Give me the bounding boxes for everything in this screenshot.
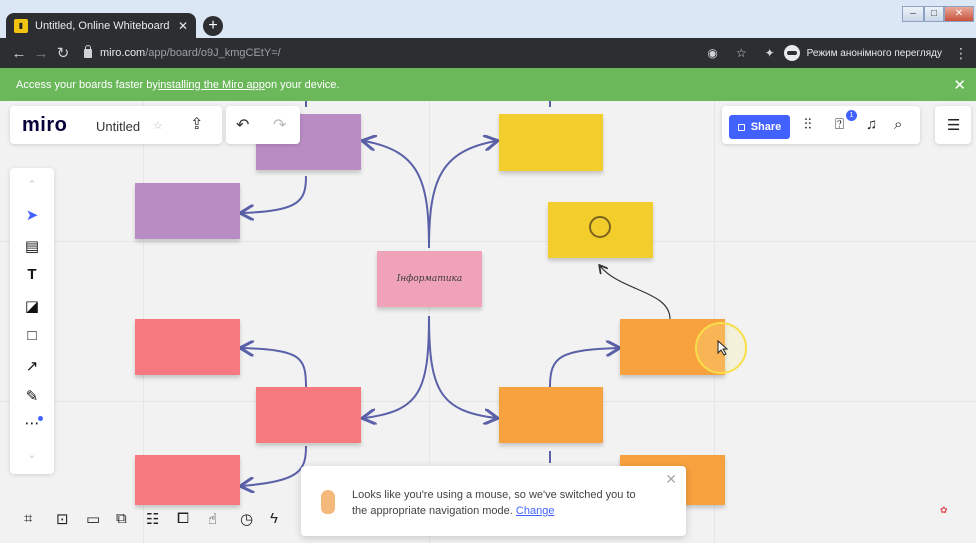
center-note-text: Інформатика: [396, 274, 463, 284]
watermark-logo: ✿: [940, 505, 948, 515]
url-path: /app/board/o9J_kmgCEtY=/: [145, 47, 281, 59]
url-host: miro.com: [100, 47, 146, 59]
window-close-button[interactable]: ✕: [944, 6, 974, 22]
sticky-note-red-bottom[interactable]: [135, 455, 240, 505]
sticky-note-yellow-circle[interactable]: [548, 202, 653, 258]
navigation-mode-toast: Looks like you're using a mouse, so we'v…: [301, 466, 686, 536]
connector-to-yellow-circle: [600, 266, 671, 320]
toast-text: Looks like you're using a mouse, so we'v…: [352, 489, 636, 517]
back-icon[interactable]: ←: [8, 45, 30, 62]
sticky-note-red-left[interactable]: [135, 319, 240, 375]
cards-icon[interactable]: ☷: [146, 510, 159, 528]
bookmark-star-icon[interactable]: ☆: [736, 46, 747, 60]
mouse-cursor-icon: [717, 340, 729, 356]
browser-tab[interactable]: ▮ Untitled, Online Whiteboard for ✕: [6, 13, 196, 38]
connector-to-red-left: [242, 348, 307, 388]
banner-close-icon[interactable]: ✕: [953, 76, 966, 94]
forward-icon[interactable]: →: [30, 45, 52, 62]
board-name[interactable]: Untitled: [96, 119, 140, 134]
extensions-icon[interactable]: ✦: [765, 46, 775, 60]
install-app-banner: Access your boards faster by installing …: [0, 68, 976, 101]
toolbar-collapse-down-icon[interactable]: ⌄: [22, 448, 42, 461]
reactions-icon[interactable]: ☝: [208, 510, 217, 528]
incognito-indicator[interactable]: Режим анонімного перегляду: [783, 45, 942, 61]
undo-icon[interactable]: ↶: [236, 115, 249, 135]
change-mode-link[interactable]: Change: [516, 505, 555, 517]
shape-icon[interactable]: □: [22, 327, 42, 344]
incognito-label: Режим анонімного перегляду: [806, 47, 942, 59]
sticky-note-center[interactable]: Інформатика: [377, 251, 482, 307]
board-settings-icon[interactable]: ⫶⫶: [804, 116, 812, 133]
favorite-star-icon[interactable]: ☆: [153, 119, 163, 132]
help-icon[interactable]: ⍰: [835, 116, 844, 133]
new-tab-button[interactable]: +: [203, 16, 223, 36]
banner-suffix: on your device.: [264, 78, 340, 91]
connector-to-orange-right: [549, 348, 618, 388]
pen-icon[interactable]: ✎: [22, 387, 42, 405]
toast-close-icon[interactable]: ✕: [665, 471, 677, 488]
share-lock-icon: [737, 123, 745, 131]
tab-close-icon[interactable]: ✕: [178, 19, 188, 33]
sticky-note-icon[interactable]: ◪: [22, 297, 42, 315]
connector-to-purple-top: [364, 141, 430, 249]
connector-to-yellow-top: [428, 141, 496, 249]
connection-line-icon[interactable]: ↗: [22, 357, 42, 375]
select-arrow-icon[interactable]: ➤: [22, 206, 42, 224]
minimize-button[interactable]: –: [902, 6, 924, 22]
notification-badge: 1: [846, 110, 857, 121]
voting-icon[interactable]: ϟ: [270, 510, 278, 527]
banner-prefix: Access your boards faster by: [16, 78, 158, 91]
share-label: Share: [750, 121, 782, 133]
presentation-icon[interactable]: ⊡: [56, 510, 69, 528]
miro-favicon-icon: ▮: [14, 18, 28, 33]
timer-icon[interactable]: ◷: [240, 510, 253, 528]
connector-to-purple-left: [242, 175, 307, 213]
url-field[interactable]: miro.com /app/board/o9J_kmgCEtY=/: [84, 44, 698, 59]
eye-off-icon[interactable]: ◉: [707, 46, 717, 60]
address-bar: ← → ↻ miro.com /app/board/o9J_kmgCEtY=/ …: [0, 38, 976, 68]
connector-to-red-middle: [364, 315, 430, 418]
sticky-note-orange-middle[interactable]: [499, 387, 603, 443]
circle-shape[interactable]: [589, 216, 611, 238]
install-app-link[interactable]: installing the Miro app: [158, 79, 265, 91]
sticky-note-purple-left[interactable]: [135, 183, 240, 239]
reload-icon[interactable]: ↻: [52, 44, 74, 62]
maximize-button[interactable]: □: [924, 6, 944, 22]
toolbar-collapse-up-icon[interactable]: ⌃: [22, 178, 42, 191]
text-icon[interactable]: T: [22, 266, 42, 283]
tab-title: Untitled, Online Whiteboard for: [35, 19, 172, 32]
toast-message: Looks like you're using a mouse, so we'v…: [352, 487, 652, 519]
share-button[interactable]: Share: [729, 115, 790, 139]
browser-menu-icon[interactable]: ⋮: [954, 45, 968, 62]
hand-pointer-icon: [321, 490, 335, 514]
lock-icon: [84, 44, 92, 58]
search-icon[interactable]: ⌕: [894, 116, 902, 133]
browser-titlebar: ▮ Untitled, Online Whiteboard for ✕ + – …: [0, 0, 976, 38]
miro-logo[interactable]: miro: [22, 114, 67, 137]
templates-icon[interactable]: ▤: [22, 237, 42, 255]
sticky-note-red-middle[interactable]: [256, 387, 361, 443]
connector-to-red-bottom: [242, 445, 307, 486]
board-menu-icon[interactable]: ☰: [947, 116, 960, 134]
more-tools-dot: [38, 416, 43, 421]
export-icon[interactable]: ⇪: [190, 114, 203, 134]
connector-to-orange-middle: [428, 315, 496, 418]
notifications-bell-icon[interactable]: ♫: [866, 116, 877, 133]
chat-icon[interactable]: ⧉: [116, 510, 127, 527]
share-screen-icon[interactable]: ⧠: [177, 510, 189, 527]
comments-icon[interactable]: ▭: [86, 510, 100, 528]
redo-icon[interactable]: ↷: [273, 115, 286, 135]
sticky-note-yellow-top[interactable]: [499, 114, 603, 171]
frames-icon[interactable]: ⌗: [24, 510, 32, 527]
incognito-icon: [783, 45, 800, 61]
